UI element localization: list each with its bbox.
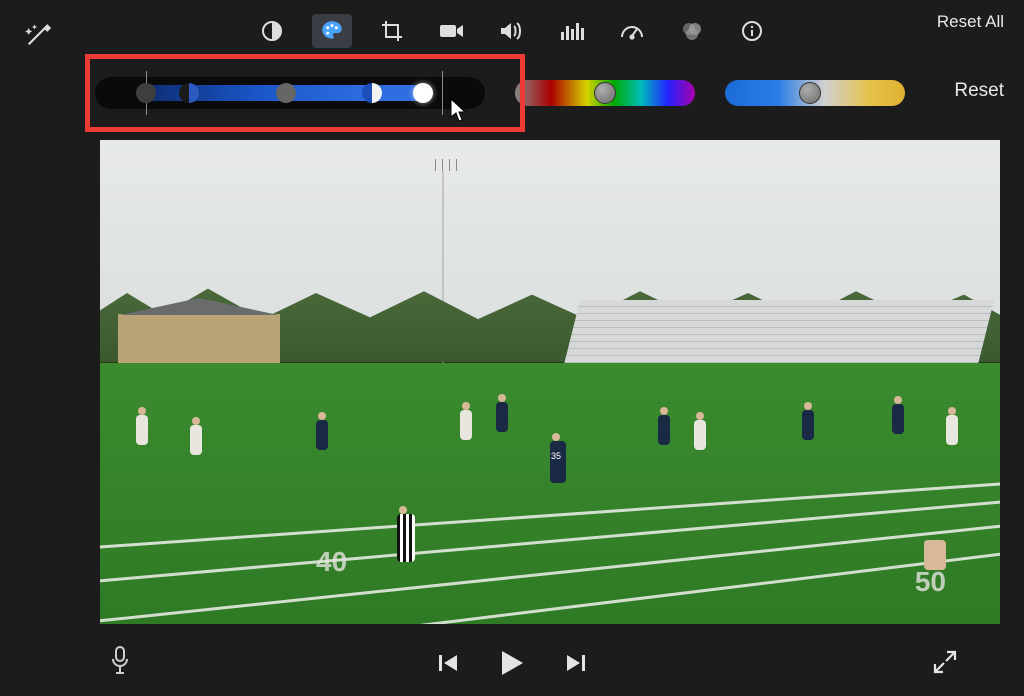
- toolbar-icon-group: [252, 14, 772, 48]
- player: [190, 425, 202, 455]
- info-icon[interactable]: [732, 14, 772, 48]
- microphone-icon[interactable]: [108, 645, 132, 680]
- camera-icon[interactable]: [432, 14, 472, 48]
- player: [316, 420, 328, 450]
- contrast-icon[interactable]: [252, 14, 292, 48]
- adjustments-toolbar: [0, 10, 1024, 52]
- player: [658, 415, 670, 445]
- preview-stadium-lights: [429, 159, 459, 171]
- equalizer-icon[interactable]: [552, 14, 592, 48]
- skip-back-icon[interactable]: [437, 652, 459, 679]
- crop-icon[interactable]: [372, 14, 412, 48]
- midtones-puck[interactable]: [276, 83, 296, 103]
- player: [892, 404, 904, 434]
- player: [460, 410, 472, 440]
- quarter-light-puck[interactable]: [362, 83, 382, 103]
- yard-line: [100, 551, 1000, 624]
- skip-forward-icon[interactable]: [565, 652, 587, 679]
- yard-marker: 50: [915, 566, 946, 598]
- playback-controls: [437, 649, 587, 682]
- volume-icon[interactable]: [492, 14, 532, 48]
- spectator: [924, 540, 946, 570]
- temperature-slider[interactable]: [725, 80, 905, 106]
- video-preview[interactable]: 40 50 35: [100, 140, 1000, 624]
- speed-gauge-icon[interactable]: [612, 14, 652, 48]
- player: [946, 415, 958, 445]
- exposure-multipuck-slider[interactable]: [95, 77, 485, 109]
- player-35: 35: [550, 441, 566, 483]
- referee: [397, 514, 415, 562]
- shadows-puck[interactable]: [136, 83, 156, 103]
- yard-marker: 40: [316, 546, 347, 578]
- quarter-dark-puck[interactable]: [179, 83, 199, 103]
- tick-high: [442, 71, 443, 115]
- color-filters-icon[interactable]: [672, 14, 712, 48]
- player: [136, 415, 148, 445]
- expand-icon[interactable]: [932, 649, 958, 680]
- color-sliders-row: [95, 68, 1004, 118]
- preview-field: 40 50 35: [100, 363, 1000, 624]
- highlights-puck[interactable]: [413, 83, 433, 103]
- transport-bar: [0, 636, 1024, 696]
- play-icon[interactable]: [499, 649, 525, 682]
- color-palette-icon[interactable]: [312, 14, 352, 48]
- player: [802, 410, 814, 440]
- temperature-knob[interactable]: [799, 82, 821, 104]
- saturation-slider[interactable]: [515, 80, 695, 106]
- saturation-knob[interactable]: [594, 82, 616, 104]
- reset-button[interactable]: Reset: [954, 80, 1004, 102]
- player: [496, 402, 508, 432]
- reset-all-button[interactable]: Reset All: [937, 12, 1004, 32]
- player: [694, 420, 706, 450]
- magic-wand-icon[interactable]: [18, 18, 58, 52]
